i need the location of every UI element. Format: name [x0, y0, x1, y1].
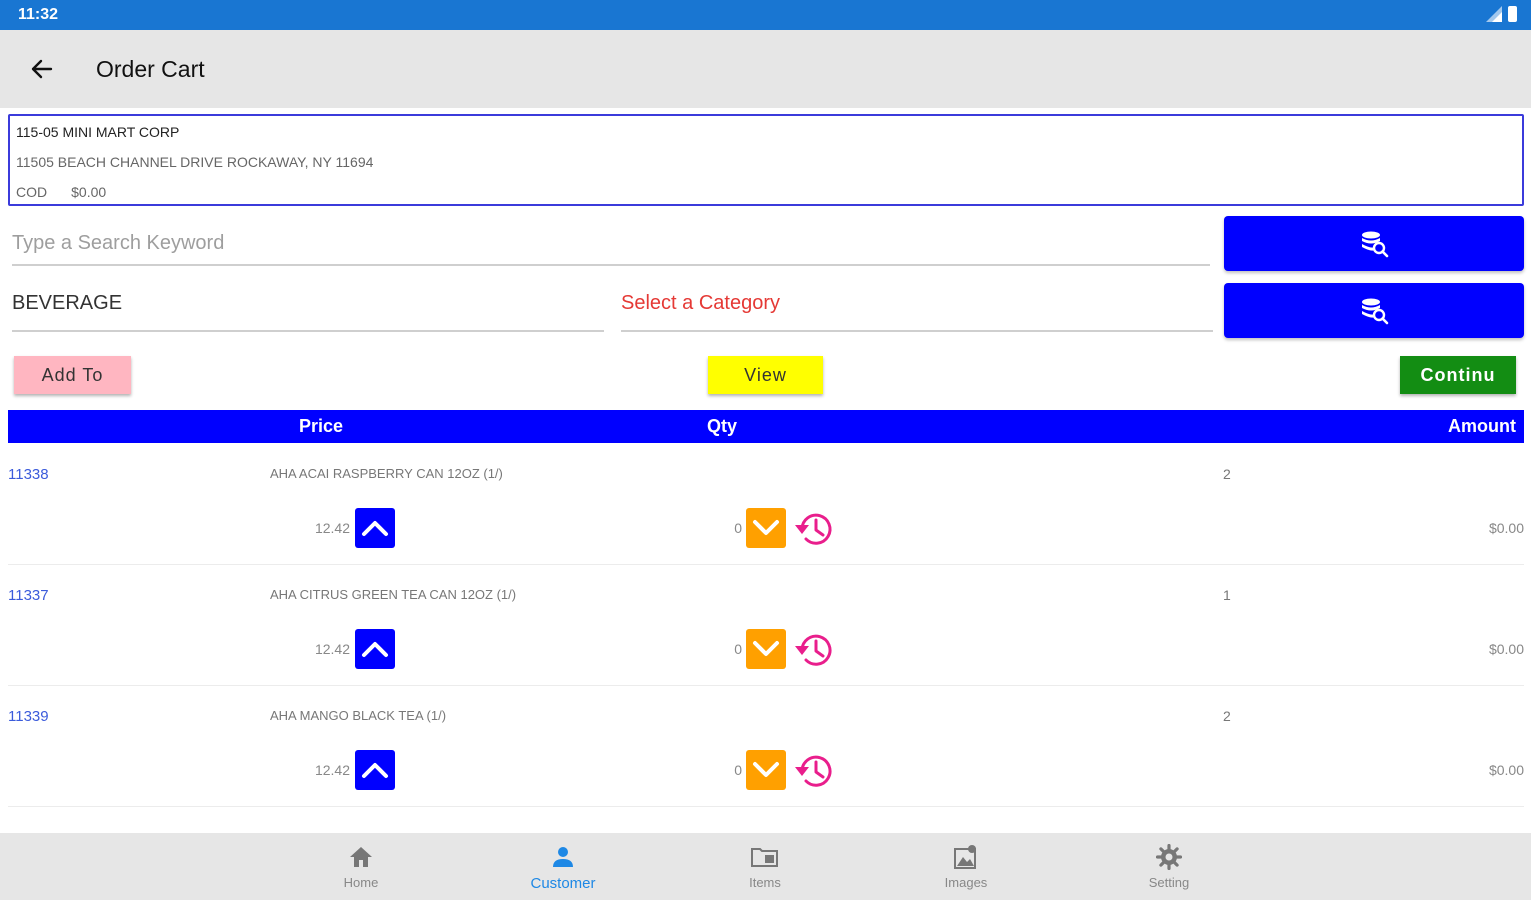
status-bar: 11:32 [0, 0, 1531, 30]
battery-icon [1508, 6, 1517, 22]
table-row: 11339 AHA MANGO BLACK TEA (1/) 2 12.42 0… [8, 686, 1524, 807]
customer-name: 115-05 MINI MART CORP [16, 124, 180, 140]
item-description: AHA ACAI RASPBERRY CAN 12OZ (1/) [270, 466, 503, 481]
search-database-icon [1362, 231, 1389, 257]
item-cases: 2 [1223, 466, 1231, 482]
item-code[interactable]: 11338 [8, 466, 49, 483]
table-row: 11337 AHA CITRUS GREEN TEA CAN 12OZ (1/)… [8, 565, 1524, 686]
item-description: AHA MANGO BLACK TEA (1/) [270, 708, 447, 723]
item-qty: 0 [734, 641, 742, 657]
app-bar: Order Cart [0, 30, 1531, 108]
nav-label: Home [343, 875, 379, 890]
history-icon [795, 513, 832, 545]
item-amount: $0.00 [1488, 520, 1524, 536]
nav-item-images[interactable]: Images [906, 833, 1026, 900]
item-code[interactable]: 11337 [8, 587, 49, 604]
keyword-search-button[interactable] [1224, 216, 1524, 271]
item-code[interactable]: 11339 [8, 708, 49, 725]
customer-balance: $0.00 [71, 184, 107, 200]
item-cases: 2 [1223, 708, 1231, 724]
folder-icon [751, 843, 779, 871]
order-history-button[interactable] [791, 628, 837, 672]
chevron-up-icon [362, 763, 388, 778]
item-price: 12.42 [314, 641, 350, 657]
customer-terms: COD [16, 184, 48, 200]
nav-label: Setting [1148, 875, 1190, 890]
column-header-amount: Amount [1448, 416, 1516, 436]
add-to-button[interactable]: Add To [14, 356, 131, 394]
qty-decrease-button[interactable] [746, 750, 786, 790]
bottom-navigation: Home Customer Items Images Setting [0, 833, 1531, 900]
view-button[interactable]: View [708, 356, 823, 394]
history-icon [795, 634, 832, 666]
table-header: Price Qty Amount [8, 410, 1524, 443]
item-amount: $0.00 [1488, 762, 1524, 778]
chevron-down-icon [753, 762, 779, 777]
person-icon [549, 843, 577, 871]
nav-item-customer[interactable]: Customer [503, 833, 623, 900]
arrow-back-icon [31, 59, 53, 79]
search-input[interactable] [12, 222, 1210, 266]
nav-label: Customer [530, 875, 596, 892]
customer-address: 11505 BEACH CHANNEL DRIVE ROCKAWAY, NY 1… [16, 154, 374, 170]
item-price: 12.42 [314, 520, 350, 536]
customer-terms-row: COD $0.00 [16, 184, 106, 200]
home-icon [347, 843, 375, 871]
item-cases: 1 [1223, 587, 1231, 603]
signal-icon [1486, 6, 1502, 22]
images-icon [952, 843, 980, 871]
item-qty: 0 [734, 520, 742, 536]
category-select[interactable]: Select a Category [621, 292, 1213, 332]
nav-label: Items [749, 875, 781, 890]
order-history-button[interactable] [791, 749, 837, 793]
status-icons [1486, 6, 1517, 22]
search-database-icon [1362, 298, 1389, 324]
chevron-up-icon [362, 521, 388, 536]
department-field[interactable]: BEVERAGE [12, 292, 604, 332]
nav-item-setting[interactable]: Setting [1109, 833, 1229, 900]
nav-label: Images [944, 875, 988, 890]
item-amount: $0.00 [1488, 641, 1524, 657]
gear-icon [1155, 843, 1183, 871]
page-title: Order Cart [96, 56, 205, 82]
column-header-price: Price [299, 416, 344, 436]
continue-button[interactable]: Continu [1400, 356, 1516, 394]
chevron-up-icon [362, 642, 388, 657]
customer-info-card[interactable]: 115-05 MINI MART CORP 11505 BEACH CHANNE… [8, 114, 1524, 206]
qty-decrease-button[interactable] [746, 629, 786, 669]
qty-increase-button[interactable] [355, 508, 395, 548]
order-history-button[interactable] [791, 507, 837, 551]
status-time: 11:32 [18, 6, 59, 23]
qty-increase-button[interactable] [355, 629, 395, 669]
nav-item-items[interactable]: Items [705, 833, 825, 900]
history-icon [795, 755, 832, 787]
back-button[interactable] [22, 52, 62, 86]
item-description: AHA CITRUS GREEN TEA CAN 12OZ (1/) [270, 587, 517, 602]
category-search-button[interactable] [1224, 283, 1524, 338]
column-header-qty: Qty [707, 416, 738, 436]
item-qty: 0 [734, 762, 742, 778]
qty-decrease-button[interactable] [746, 508, 786, 548]
chevron-down-icon [753, 520, 779, 535]
nav-item-home[interactable]: Home [301, 833, 421, 900]
qty-increase-button[interactable] [355, 750, 395, 790]
table-row: 11338 AHA ACAI RASPBERRY CAN 12OZ (1/) 2… [8, 444, 1524, 565]
chevron-down-icon [753, 641, 779, 656]
item-price: 12.42 [314, 762, 350, 778]
